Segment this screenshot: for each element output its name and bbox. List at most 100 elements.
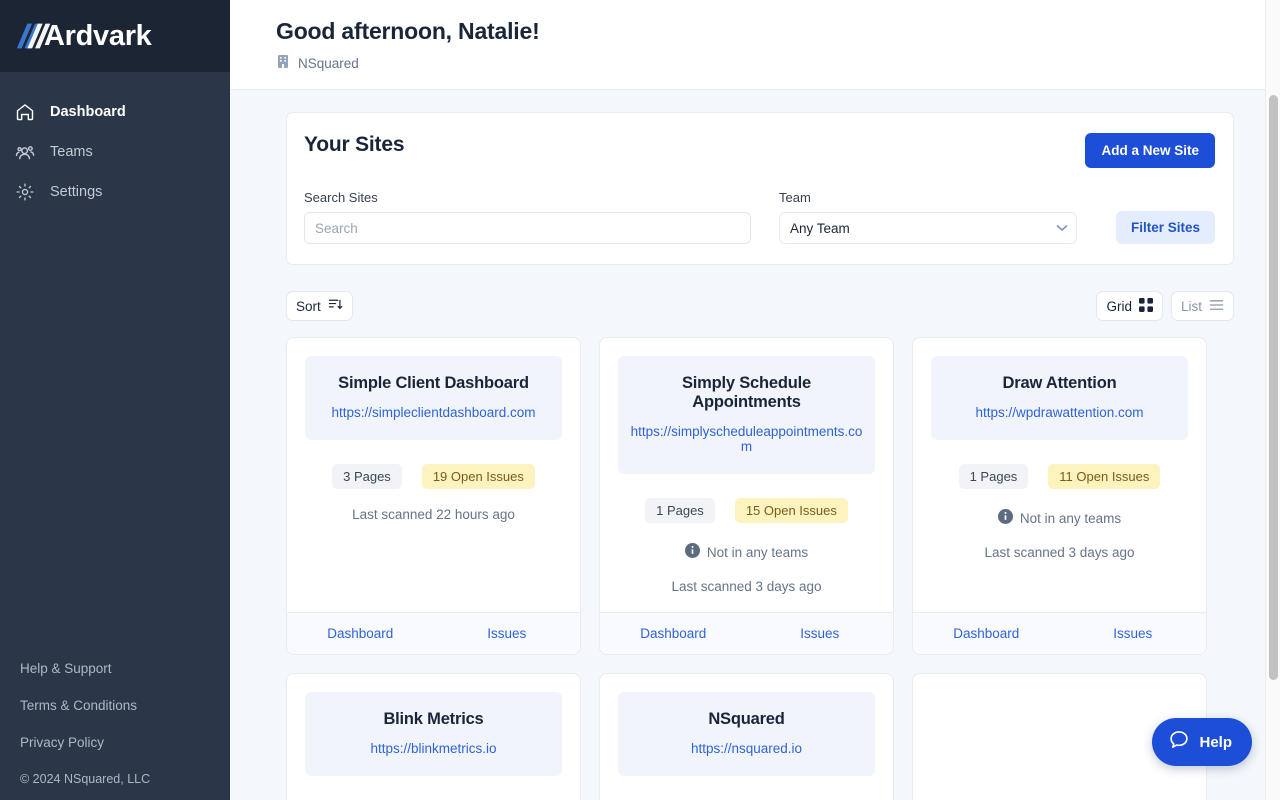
site-card[interactable]: Draw Attention https://wpdrawattention.c… [912,337,1207,655]
footer-link-terms[interactable]: Terms & Conditions [20,698,230,713]
site-card-body: 1 Pages 11 Open Issues No [913,440,1206,612]
sidebar-item-dashboard[interactable]: Dashboard [0,92,230,132]
site-issues-link[interactable]: Issues [1060,613,1207,654]
filter-sites-button[interactable]: Filter Sites [1116,211,1215,244]
site-card-url[interactable]: https://nsquared.io [630,741,863,756]
site-card-footer: Dashboard Issues [600,612,893,654]
sidebar-item-label: Dashboard [50,104,126,120]
site-card-hero: Simple Client Dashboard https://simplecl… [305,356,562,440]
site-card-body: 1 Pages 15 Open Issues No [600,474,893,612]
site-dashboard-link[interactable]: Dashboard [600,613,747,654]
footer-link-help-support[interactable]: Help & Support [20,661,230,676]
sites-grid: Simple Client Dashboard https://simplecl… [286,337,1234,800]
no-team-note: Not in any teams [929,509,1190,527]
info-icon [685,543,700,561]
grid-view-label: Grid [1106,299,1132,314]
site-card-badges: 1 Pages 11 Open Issues [929,464,1190,489]
panel-header: Your Sites Add a New Site [304,133,1215,168]
add-new-site-button[interactable]: Add a New Site [1085,133,1215,168]
site-card-hero: Draw Attention https://wpdrawattention.c… [931,356,1188,440]
site-dashboard-link[interactable]: Dashboard [287,613,434,654]
site-card-footer: Dashboard Issues [913,612,1206,654]
list-view-button[interactable]: List [1171,291,1234,321]
open-issues-badge: 11 Open Issues [1048,464,1160,489]
sidebar-footer: Help & Support Terms & Conditions Privac… [0,661,230,800]
site-card-hero: Blink Metrics https://blinkmetrics.io [305,692,562,776]
site-card-hero: Simply Schedule Appointments https://sim… [618,356,875,474]
site-card[interactable]: Simply Schedule Appointments https://sim… [599,337,894,655]
sidebar-nav: Dashboard Teams [0,92,230,212]
page-title: Good afternoon, Natalie! [276,18,1280,45]
site-card[interactable]: Simple Client Dashboard https://simplecl… [286,337,581,655]
last-scanned-text: Last scanned 3 days ago [616,579,877,594]
site-card-title: Simple Client Dashboard [317,374,550,393]
org-breadcrumb: NSquared [276,54,1280,72]
page-header: Good afternoon, Natalie! NSquared [230,0,1280,90]
home-icon [14,101,36,123]
logo[interactable]: Ardvark [0,0,230,72]
sidebar-spacer [0,212,230,661]
sidebar: Ardvark Dashboard [0,0,230,800]
main-content: Good afternoon, Natalie! NSquared [230,0,1280,800]
pages-badge: 3 Pages [332,464,402,489]
org-name: NSquared [298,56,359,71]
last-scanned-text: Last scanned 3 days ago [929,545,1190,560]
app-root: Ardvark Dashboard [0,0,1280,800]
panel-title: Your Sites [304,133,404,157]
copyright: © 2024 NSquared, LLC [20,772,230,786]
site-issues-link[interactable]: Issues [434,613,581,654]
sidebar-item-teams[interactable]: Teams [0,132,230,172]
sidebar-item-label: Teams [50,144,93,160]
open-issues-badge: 19 Open Issues [422,464,535,489]
site-card-badges: 3 Pages 19 Open Issues [303,464,564,489]
building-icon [276,54,290,72]
page-scrollbar-thumb[interactable] [1269,95,1278,680]
site-dashboard-link[interactable]: Dashboard [913,613,1060,654]
list-view-label: List [1181,299,1202,314]
site-card-title: Blink Metrics [317,710,550,729]
site-card-title: Draw Attention [943,374,1176,393]
site-card-title: Simply Schedule Appointments [630,374,863,412]
grid-view-button[interactable]: Grid [1096,291,1163,321]
site-card-badges: 1 Pages 15 Open Issues [616,498,877,523]
last-scanned-text: Last scanned 22 hours ago [303,507,564,522]
site-card-footer: Dashboard Issues [287,612,580,654]
sort-button-label: Sort [296,299,321,314]
sidebar-item-label: Settings [50,184,102,200]
site-issues-link[interactable]: Issues [747,613,894,654]
site-card-url[interactable]: https://wpdrawattention.com [943,405,1176,420]
search-sites-field: Search Sites [304,190,751,244]
content-area: Your Sites Add a New Site Search Sites T… [230,90,1280,800]
team-select[interactable]: Any Team [779,212,1077,244]
site-card-url[interactable]: https://simplyscheduleappointments.com [630,424,863,454]
open-issues-badge: 15 Open Issues [735,498,848,523]
site-card-url[interactable]: https://blinkmetrics.io [317,741,550,756]
pages-badge: 1 Pages [959,464,1029,489]
help-widget-button[interactable]: Help [1152,718,1252,766]
help-widget-label: Help [1199,734,1232,751]
site-card[interactable]: Blink Metrics https://blinkmetrics.io 1 … [286,673,581,800]
page-scrollbar[interactable] [1265,0,1280,800]
team-label: Team [779,190,1077,205]
site-card-title: NSquared [630,710,863,729]
sort-descending-icon [328,297,343,315]
sidebar-item-settings[interactable]: Settings [0,172,230,212]
your-sites-panel: Your Sites Add a New Site Search Sites T… [286,112,1234,265]
sort-button[interactable]: Sort [286,291,353,321]
team-select-value: Any Team [790,221,850,236]
site-card-hero: NSquared https://nsquared.io [618,692,875,776]
list-toolbar: Sort Grid [286,291,1234,321]
footer-link-privacy[interactable]: Privacy Policy [20,735,230,750]
gear-icon [14,181,36,203]
no-team-text: Not in any teams [707,545,808,560]
pages-badge: 1 Pages [645,498,715,523]
no-team-note: Not in any teams [616,543,877,561]
site-card-body: 3 Pages 19 Open Issues Last scanned 22 h… [287,440,580,612]
team-select-wrap: Any Team [779,212,1077,244]
team-field: Team Any Team [779,190,1077,244]
info-icon [998,509,1013,527]
search-input[interactable] [304,212,751,244]
view-toggle-group: Grid List [1096,291,1234,321]
site-card-url[interactable]: https://simpleclientdashboard.com [317,405,550,420]
site-card[interactable]: NSquared https://nsquared.io 1 Pages 6 O… [599,673,894,800]
